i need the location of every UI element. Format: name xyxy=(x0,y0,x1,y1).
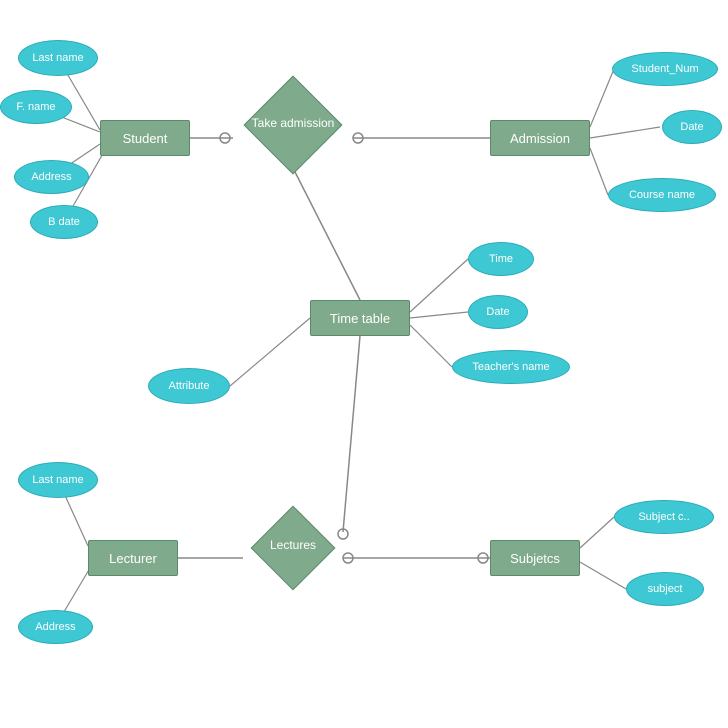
attr-first-name-student: F. name xyxy=(0,90,72,124)
attr-subject-code: Subject c.. xyxy=(614,500,714,534)
attr-date-timetable: Date xyxy=(468,295,528,329)
attr-last-name-student: Last name xyxy=(18,40,98,76)
attr-address-student: Address xyxy=(14,160,89,194)
entity-subjects: Subjetcs xyxy=(490,540,580,576)
attr-last-name-lecturer: Last name xyxy=(18,462,98,498)
attr-time-timetable: Time xyxy=(468,242,534,276)
entity-timetable: Time table xyxy=(310,300,410,336)
entity-admission: Admission xyxy=(490,120,590,156)
attr-attribute-label: Attribute xyxy=(148,368,230,404)
attr-address-lecturer: Address xyxy=(18,610,93,644)
entity-lecturer: Lecturer xyxy=(88,540,178,576)
er-diagram: Student Admission Time table Lecturer Su… xyxy=(0,0,728,728)
attr-course-name: Course name xyxy=(608,178,716,212)
relationship-take-admission: Take admission xyxy=(233,108,353,168)
attr-date-admission: Date xyxy=(662,110,722,144)
attr-bdate-student: B date xyxy=(30,205,98,239)
attr-subject-label: subject xyxy=(626,572,704,606)
diagram-lines xyxy=(0,0,728,728)
attr-teacher-name: Teacher's name xyxy=(452,350,570,384)
attr-student-num: Student_Num xyxy=(612,52,718,86)
entity-student: Student xyxy=(100,120,190,156)
relationship-lectures: Lectures xyxy=(243,532,343,584)
